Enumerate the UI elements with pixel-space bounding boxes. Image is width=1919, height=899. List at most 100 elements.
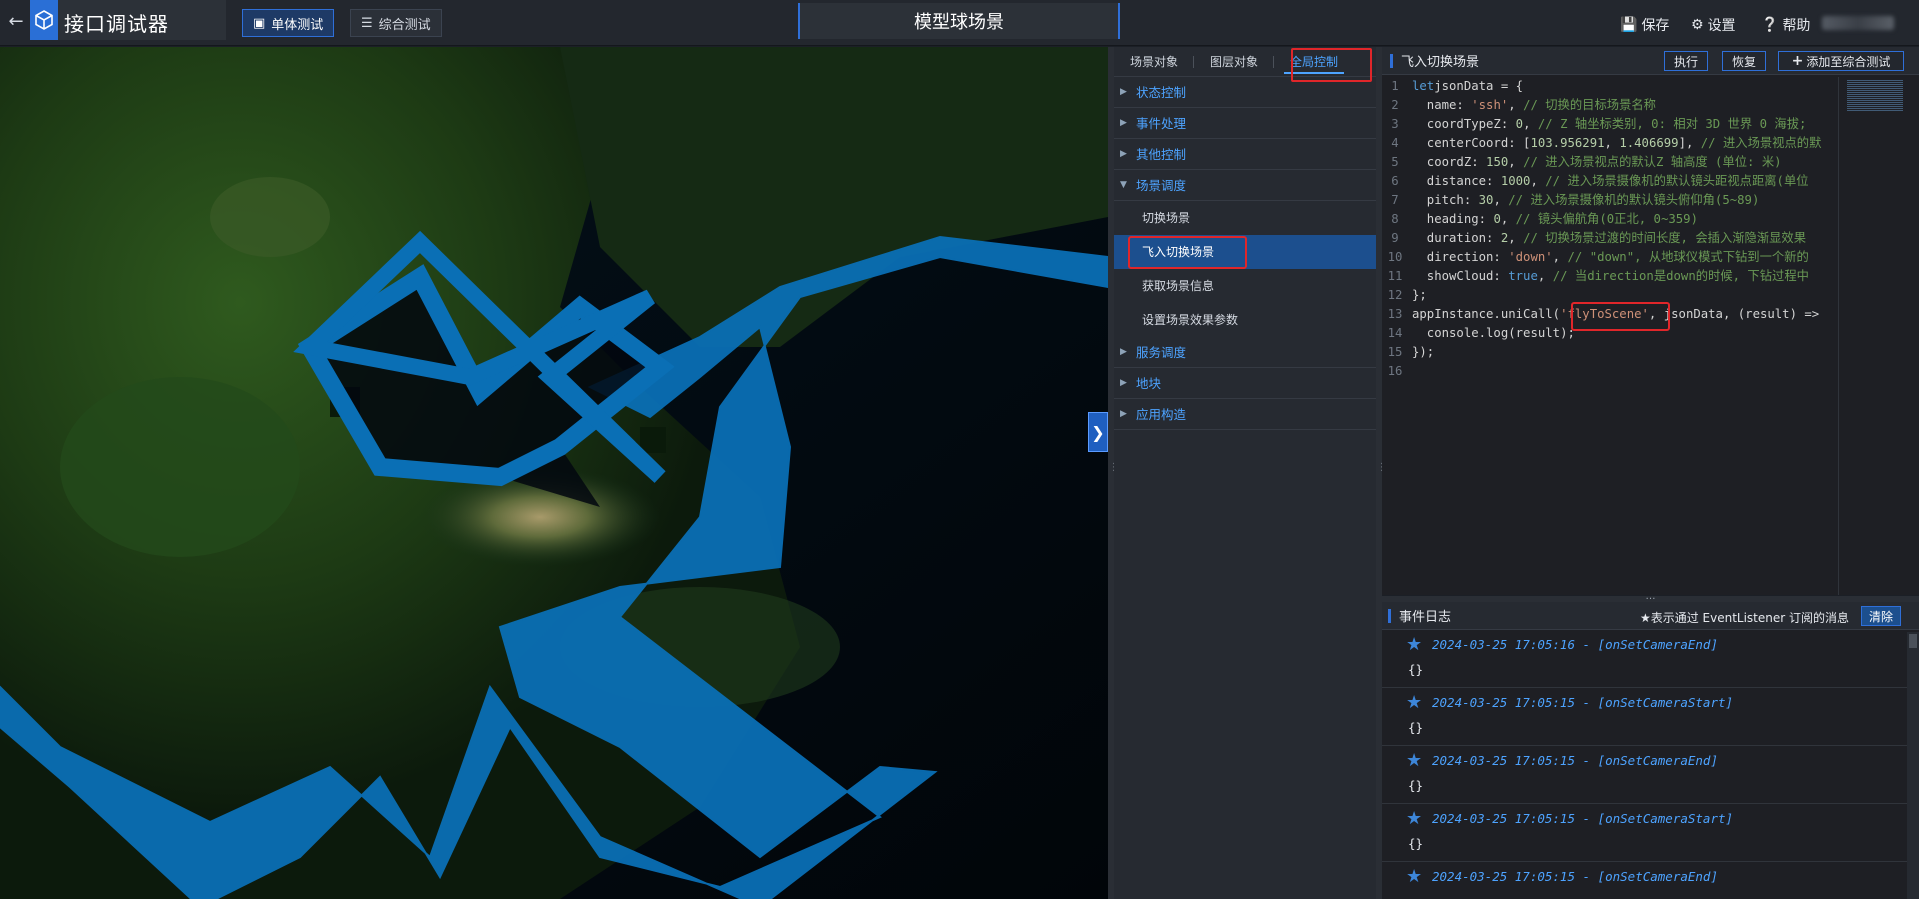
top-bar: ← 接口调试器 ▣ 单体测试 ☰ 综合测试 模型球场景 💾 保存 ⚙ 设置 ❔ …	[0, 0, 1919, 46]
code-token: // 进入场景视点的默认Z 轴高度 (单位: 米)	[1523, 155, 1782, 169]
tab-scene-objects[interactable]: 场景对象	[1114, 47, 1195, 77]
code-token: appInstance.uniCall(	[1412, 307, 1561, 321]
log-scrollbar[interactable]	[1907, 632, 1919, 899]
code-token: jsonData = {	[1434, 79, 1524, 93]
tab-layer-objects[interactable]: 图层对象	[1194, 47, 1275, 77]
log-entry: ★ 2024-03-25 17:05:15 - [onSetCameraEnd] {…	[1382, 746, 1919, 804]
star-icon: ★	[1406, 634, 1423, 655]
code-line: 6 distance: 1000, // 进入场景摄像机的默认镜头距视点距离(单…	[1382, 172, 1842, 191]
code-panel: 飞入切换场景 执行 恢复 + 添加至综合测试 1 letjsonData = {2…	[1382, 47, 1919, 595]
line-number: 6	[1391, 174, 1399, 188]
tree-item-land-parcel[interactable]: ▶ 地块	[1114, 368, 1376, 399]
event-log-title: 事件日志	[1399, 610, 1452, 625]
line-number: 5	[1391, 155, 1399, 169]
star-icon: ★	[1406, 750, 1423, 771]
tree-item-service-scheduling[interactable]: ▶ 服务调度	[1114, 337, 1376, 368]
code-token: 103.956291	[1530, 136, 1605, 150]
log-entry-body: {}	[1408, 662, 1424, 677]
line-number: 15	[1387, 345, 1403, 359]
code-line: 2 name: 'ssh', // 切换的目标场景名称	[1382, 96, 1842, 115]
restore-button[interactable]: 恢复	[1722, 51, 1766, 71]
event-log-list: ★ 2024-03-25 17:05:16 - [onSetCameraEnd] {…	[1382, 630, 1919, 899]
active-tab-indicator	[1284, 71, 1345, 74]
save-icon: 💾	[1620, 17, 1638, 33]
code-token: ,	[1523, 117, 1538, 131]
star-icon: ★	[1406, 866, 1423, 887]
code-token: 0	[1515, 117, 1524, 131]
map-viewport[interactable]	[0, 47, 1108, 899]
clear-log-button[interactable]: 清除	[1861, 606, 1901, 626]
log-entry-header: 2024-03-25 17:05:15 - [onSetCameraStart]	[1432, 811, 1734, 826]
tree-item-status-control[interactable]: ▶ 状态控制	[1114, 77, 1376, 108]
code-line: 5 coordZ: 150, // 进入场景视点的默认Z 轴高度 (单位: 米)	[1382, 153, 1842, 172]
tab-global-control[interactable]: 全局控制	[1274, 47, 1354, 77]
app-title: 接口调试器	[64, 12, 169, 36]
code-token: name:	[1412, 98, 1472, 112]
settings-button[interactable]: ⚙ 设置	[1691, 15, 1736, 35]
gear-icon: ⚙	[1691, 17, 1704, 33]
code-token: 'down'	[1508, 250, 1553, 264]
scrollbar-thumb[interactable]	[1909, 634, 1917, 648]
log-entry-header: 2024-03-25 17:05:15 - [onSetCameraEnd]	[1432, 753, 1718, 768]
code-token: });	[1412, 345, 1435, 359]
line-number: 8	[1391, 212, 1399, 226]
tree-item-event-handling[interactable]: ▶ 事件处理	[1114, 108, 1376, 139]
tree-item-scene-scheduling[interactable]: ▼ 场景调度	[1114, 170, 1376, 201]
log-entry: ★ 2024-03-25 17:05:15 - [onSetCameraStart…	[1382, 688, 1919, 746]
log-entry: ★ 2024-03-25 17:05:15 - [onSetCameraStart…	[1382, 804, 1919, 862]
caret-right-icon: ▶	[1120, 346, 1127, 357]
add-to-integration-button[interactable]: + 添加至综合测试	[1778, 51, 1904, 71]
integration-test-button[interactable]: ☰ 综合测试	[350, 9, 442, 37]
code-text: name: 'ssh', // 切换的目标场景名称	[1408, 96, 1656, 115]
code-text: centerCoord: [103.956291, 1.406699], // …	[1408, 134, 1822, 153]
sub-item-fly-to-scene[interactable]: 飞入切换场景	[1114, 235, 1376, 269]
code-token: , jsonData, (result) =>	[1648, 307, 1820, 321]
code-token: centerCoord: [	[1412, 136, 1531, 150]
code-line: 7 pitch: 30, // 进入场景摄像机的默认镜头俯仰角(5~89)	[1382, 191, 1842, 210]
unit-test-button[interactable]: ▣ 单体测试	[242, 9, 335, 37]
code-text: distance: 1000, // 进入场景摄像机的默认镜头距视点距离(单位	[1408, 172, 1809, 191]
layers-icon: ☰	[361, 15, 373, 31]
sub-item-get-scene-info[interactable]: 获取场景信息	[1114, 269, 1376, 303]
collapse-panel-button[interactable]: ❯	[1088, 412, 1108, 452]
tree-item-app-construct[interactable]: ▶ 应用构造	[1114, 399, 1376, 430]
save-button[interactable]: 💾 保存	[1620, 15, 1669, 35]
user-avatar[interactable]	[1822, 16, 1894, 30]
event-log-note: ★表示通过 EventListener 订阅的消息	[1639, 611, 1849, 625]
code-text: showCloud: true, // 当direction是down的时候, …	[1408, 267, 1809, 286]
line-number: 11	[1387, 269, 1403, 283]
code-text: pitch: 30, // 进入场景摄像机的默认镜头俯仰角(5~89)	[1408, 191, 1760, 210]
code-line: 10 direction: 'down', // "down", 从地球仪模式下…	[1382, 248, 1842, 267]
code-token: // 切换场景过渡的时间长度, 会插入渐隐渐显效果	[1523, 231, 1807, 245]
run-button[interactable]: 执行	[1664, 51, 1708, 71]
code-text: heading: 0, // 镜头偏航角(0正北, 0~359)	[1408, 210, 1698, 229]
code-editor[interactable]: 1 letjsonData = {2 name: 'ssh', // 切换的目标场…	[1382, 77, 1842, 595]
help-button[interactable]: ❔ 帮助	[1761, 15, 1810, 35]
tree-item-other-control[interactable]: ▶ 其他控制	[1114, 139, 1376, 170]
log-entry-body: {}	[1408, 836, 1424, 851]
tree-item-label: 地块	[1136, 375, 1162, 391]
line-number: 7	[1391, 193, 1399, 207]
log-entry: ★ 2024-03-25 17:05:15 - [onSetCameraEnd]	[1382, 862, 1919, 899]
code-token: pitch:	[1412, 193, 1479, 207]
code-panel-title: 飞入切换场景	[1401, 55, 1480, 70]
code-token: 0	[1493, 212, 1501, 226]
tab-global-control-label: 全局控制	[1290, 54, 1339, 69]
code-line: 1 letjsonData = {	[1382, 77, 1842, 96]
back-arrow-icon[interactable]: ←	[4, 10, 28, 34]
code-token: 150	[1486, 155, 1509, 169]
tree-item-label: 状态控制	[1136, 84, 1187, 100]
code-token: };	[1412, 288, 1427, 302]
code-token: ,	[1552, 250, 1568, 264]
satellite-map	[0, 47, 1108, 899]
code-text: };	[1408, 286, 1427, 305]
code-text: });	[1408, 343, 1434, 362]
sub-item-switch-scene[interactable]: 切换场景	[1114, 201, 1376, 235]
caret-right-icon: ▶	[1120, 377, 1127, 388]
save-label: 保存	[1641, 18, 1670, 34]
sub-item-scene-effect-params[interactable]: 设置场景效果参数	[1114, 303, 1376, 337]
code-minimap[interactable]	[1838, 77, 1914, 595]
code-token: heading:	[1412, 212, 1494, 226]
drag-handle-icon: ⋮	[1109, 463, 1119, 481]
code-token: true	[1508, 269, 1538, 283]
